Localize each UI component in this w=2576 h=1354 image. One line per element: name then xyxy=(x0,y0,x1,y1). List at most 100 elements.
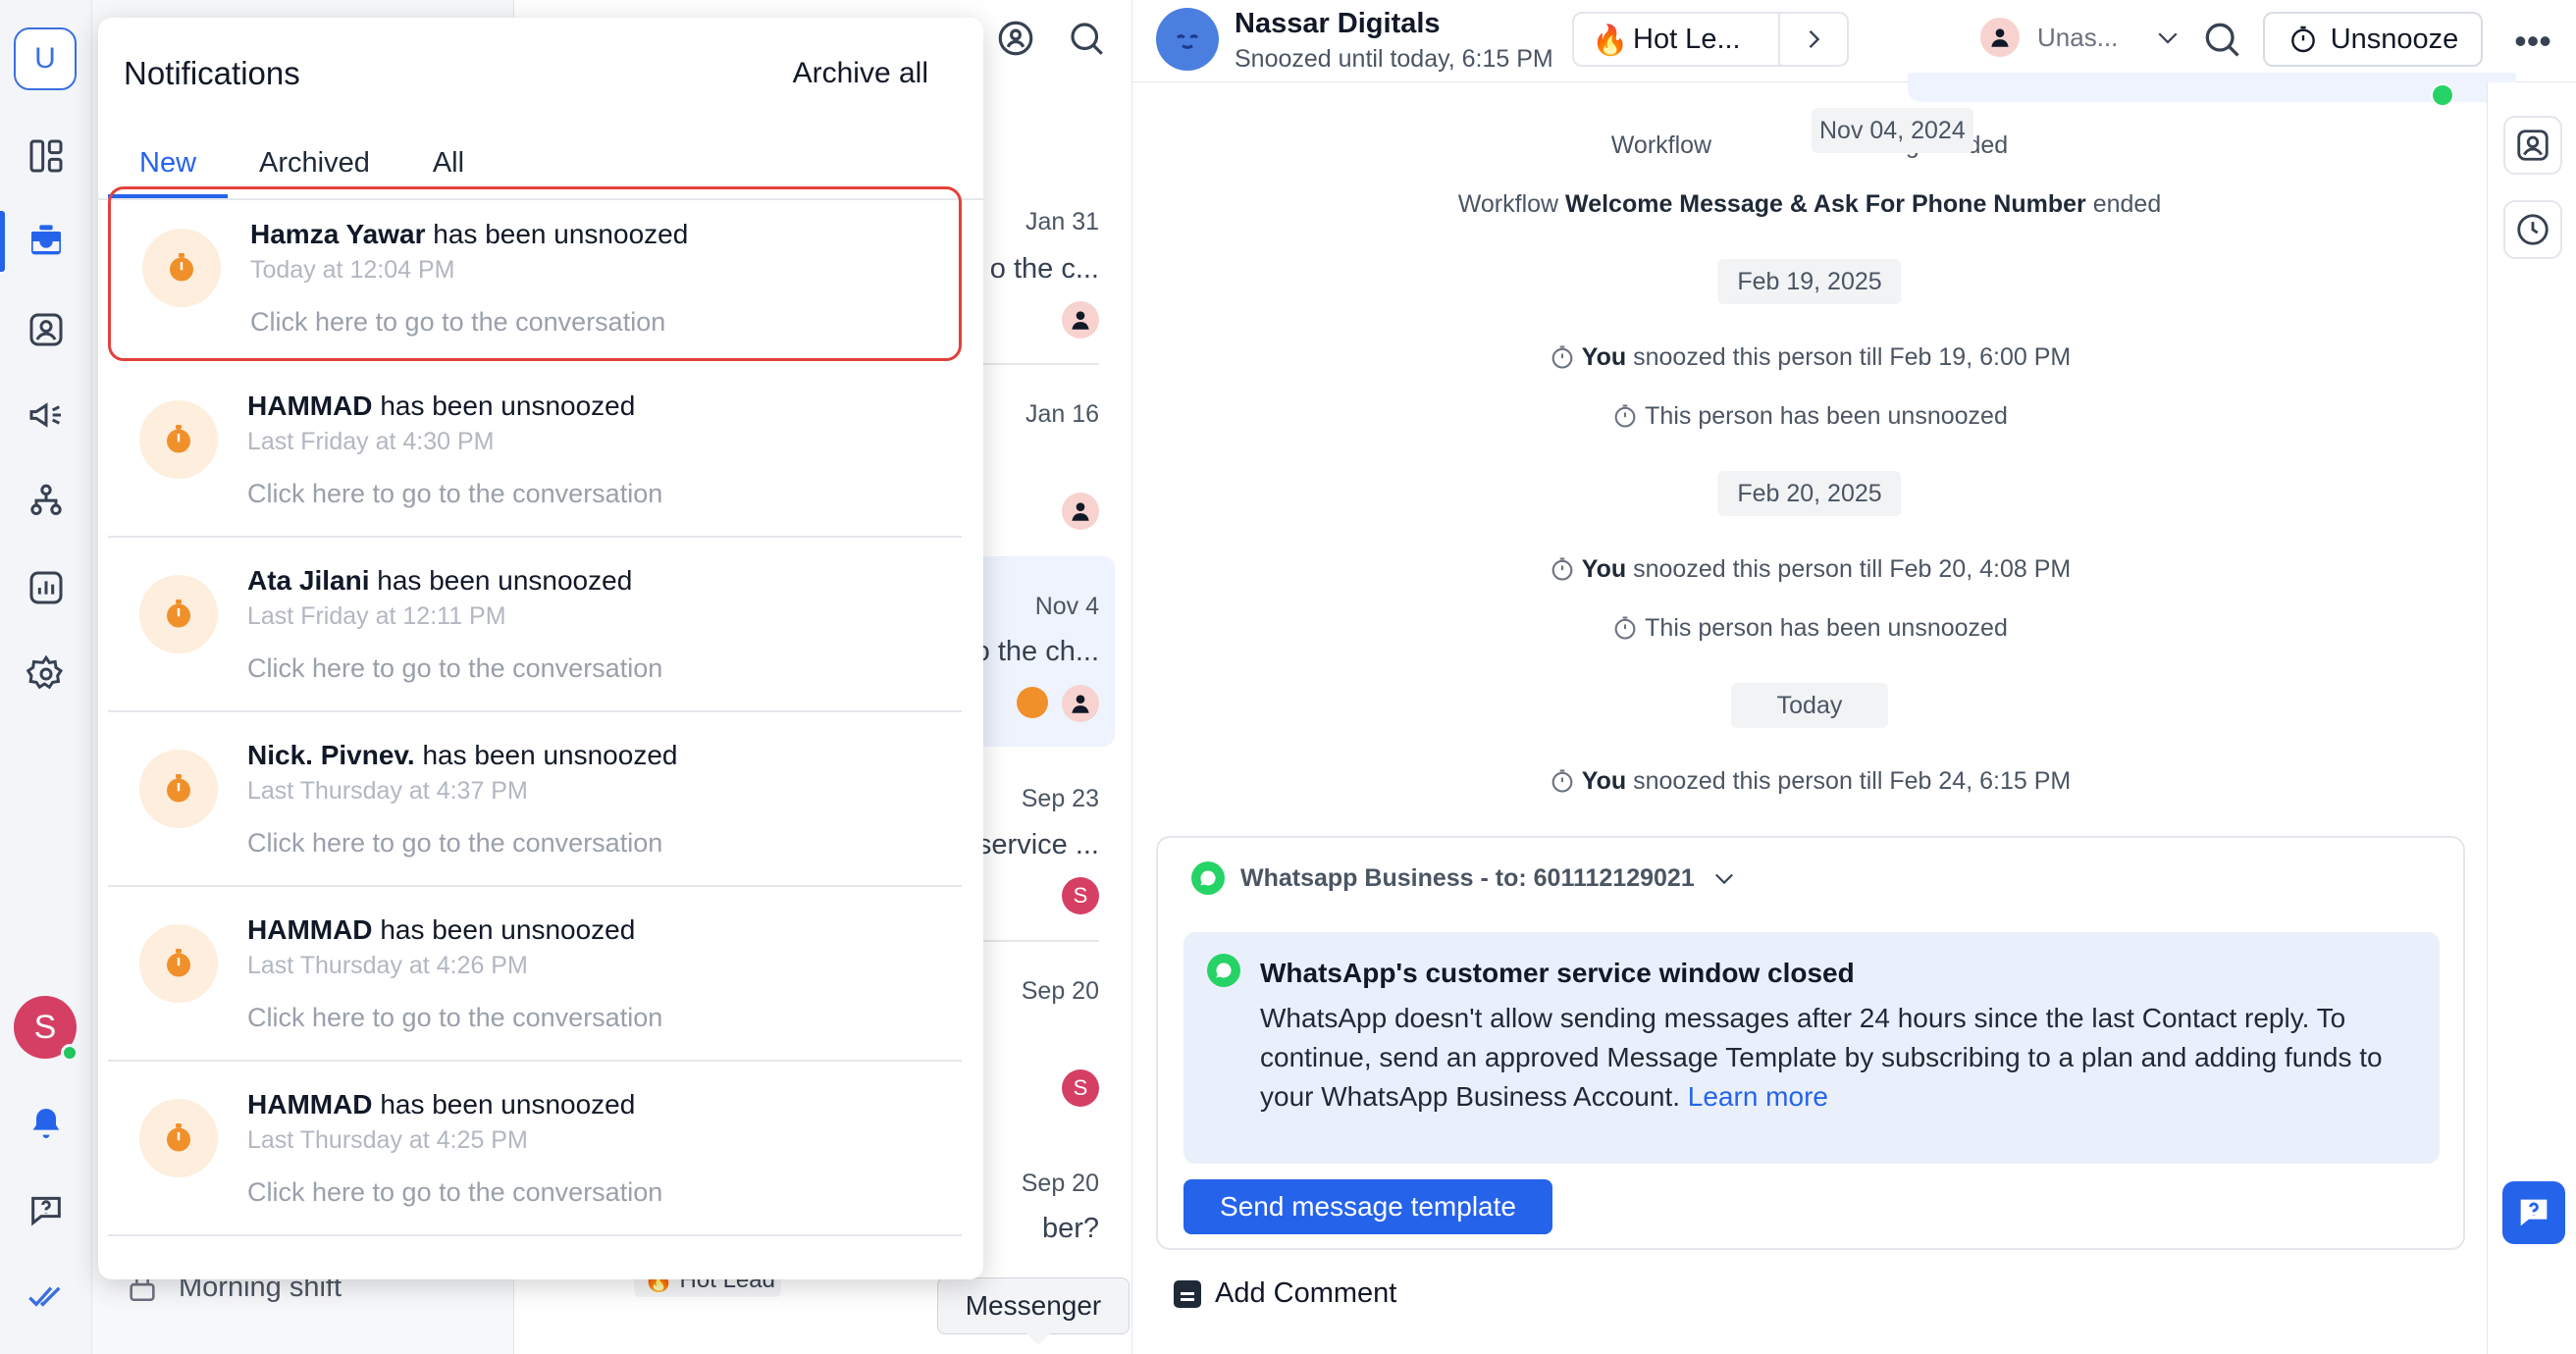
contact-avatar[interactable] xyxy=(1156,8,1219,71)
stopwatch-icon xyxy=(139,400,218,479)
stopwatch-icon xyxy=(142,229,221,307)
help-icon[interactable] xyxy=(24,1187,69,1232)
message-bubble-partial xyxy=(1908,73,2516,102)
history-button[interactable] xyxy=(2503,200,2562,259)
lifecycle-tag[interactable]: 🔥 Hot Le... xyxy=(1572,12,1849,67)
notification-item[interactable]: HAMMAD has been unsnoozed Last Thursday … xyxy=(108,885,962,1062)
divider xyxy=(981,940,1099,942)
notification-item[interactable]: Nick. Pivnev. has been unsnoozed Last Th… xyxy=(108,710,962,887)
stopwatch-icon xyxy=(139,924,218,1003)
notification-contact-name: Hamza Yawar xyxy=(250,219,426,249)
chevron-right-icon xyxy=(1809,30,1820,48)
date-chip: Feb 19, 2025 xyxy=(1717,259,1902,304)
timeline-event: You snoozed this person till Feb 24, 6:1… xyxy=(1132,767,2487,796)
conversation-timeline: Workflow age ended Nov 04, 2024 Workflow… xyxy=(1132,73,2516,828)
search-icon[interactable] xyxy=(1066,18,1107,59)
snooze-icon xyxy=(1551,345,1573,369)
notification-time: Last Friday at 12:11 PM xyxy=(247,602,506,630)
conv-date: Sep 20 xyxy=(1021,977,1099,1005)
timeline-event: This person has been unsnoozed xyxy=(1132,614,2487,643)
next-stage-button[interactable] xyxy=(1778,14,1847,65)
notification-action: has been unsnoozed xyxy=(380,914,636,945)
notification-time: Last Friday at 4:30 PM xyxy=(247,428,495,455)
assignee-avatar xyxy=(1062,685,1099,722)
question-chat-icon xyxy=(2520,1199,2548,1226)
notification-item[interactable]: Ata Jilani has been unsnoozed Last Frida… xyxy=(108,536,962,712)
unsnooze-icon xyxy=(1614,616,1636,640)
notification-action: has been unsnoozed xyxy=(422,740,678,770)
unsnooze-icon xyxy=(1614,404,1636,428)
messenger-tooltip: Messenger xyxy=(937,1277,1130,1345)
assignee-label: Unas... xyxy=(2037,22,2119,52)
fire-icon: 🔥 xyxy=(1592,25,1629,57)
notification-action: has been unsnoozed xyxy=(380,391,636,421)
assignee-dropdown[interactable]: Unas... xyxy=(1980,18,2182,57)
notification-hint: Click here to go to the conversation xyxy=(247,828,663,858)
broadcast-icon[interactable] xyxy=(24,392,69,438)
chevron-down-icon xyxy=(2158,32,2178,44)
notification-time: Last Thursday at 4:37 PM xyxy=(247,777,528,805)
notification-contact-name: HAMMAD xyxy=(247,391,373,421)
contacts-icon[interactable] xyxy=(24,307,69,352)
assignee-avatar xyxy=(1062,493,1099,530)
whatsapp-icon xyxy=(1191,861,1225,895)
send-message-template-button[interactable]: Send message template xyxy=(1183,1179,1552,1234)
workflows-icon[interactable] xyxy=(24,479,69,524)
timeline-event: You snoozed this person till Feb 19, 6:0… xyxy=(1132,343,2487,372)
contact-name: Nassar Digitals xyxy=(1235,8,1441,39)
notification-contact-name: Ata Jilani xyxy=(247,565,370,596)
settings-icon[interactable] xyxy=(24,651,69,697)
snooze-badge-icon xyxy=(1017,687,1048,718)
dashboard-icon[interactable] xyxy=(24,133,69,179)
team-icon[interactable] xyxy=(995,18,1036,59)
conv-snippet: ber? xyxy=(1041,1213,1099,1244)
notification-item[interactable]: HAMMAD has been unsnoozed Last Thursday … xyxy=(108,1060,962,1236)
clock-icon xyxy=(2517,214,2549,245)
divider xyxy=(981,363,1099,365)
more-options-button[interactable]: ••• xyxy=(2508,21,2557,61)
stopwatch-icon xyxy=(139,750,218,828)
contact-details-button[interactable] xyxy=(2503,116,2562,175)
notification-item[interactable]: Hamza Yawar has been unsnoozed Today at … xyxy=(108,186,962,361)
conv-date: Jan 16 xyxy=(1025,400,1099,428)
conv-snippet: service ... xyxy=(976,829,1099,860)
search-icon[interactable] xyxy=(2200,18,2243,61)
reports-icon[interactable] xyxy=(24,565,69,610)
notification-contact-name: HAMMAD xyxy=(247,1089,373,1120)
timeline-event: Workflow Welcome Message & Ask For Phone… xyxy=(1457,190,2162,218)
stopwatch-icon xyxy=(2290,26,2315,53)
stopwatch-icon xyxy=(139,575,218,653)
whatsapp-badge-icon xyxy=(2431,83,2454,107)
add-comment-button[interactable]: Add Comment xyxy=(1174,1277,1396,1310)
workspace-logo[interactable]: U xyxy=(14,27,77,90)
notification-time: Today at 12:04 PM xyxy=(250,256,455,284)
bell-icon[interactable] xyxy=(24,1101,69,1146)
notification-action: has been unsnoozed xyxy=(377,565,633,596)
notification-time: Last Thursday at 4:26 PM xyxy=(247,952,528,979)
archive-all-button[interactable]: Archive all xyxy=(793,57,928,90)
conv-date: Nov 4 xyxy=(1034,593,1099,620)
learn-more-link[interactable]: Learn more xyxy=(1688,1081,1828,1112)
inbox-icon[interactable] xyxy=(24,219,69,264)
notification-item[interactable]: HAMMAD has been unsnoozed Last Friday at… xyxy=(108,361,962,538)
left-rail: U S xyxy=(0,0,92,1354)
date-chip: Feb 20, 2025 xyxy=(1717,471,1902,516)
comment-icon xyxy=(1174,1279,1201,1308)
timeline-event: You snoozed this person till Feb 20, 4:0… xyxy=(1132,555,2487,584)
notifications-panel: Notifications Archive all New Archived A… xyxy=(98,18,983,1279)
notification-hint: Click here to go to the conversation xyxy=(247,1003,663,1032)
double-check-icon xyxy=(24,1274,69,1319)
unsnooze-button[interactable]: Unsnooze xyxy=(2263,12,2483,67)
online-status-dot xyxy=(61,1044,79,1062)
conv-date: Sep 23 xyxy=(1021,785,1099,812)
channel-selector[interactable]: Whatsapp Business - to: 601112129021 xyxy=(1191,861,1738,895)
help-chat-button[interactable] xyxy=(2502,1181,2565,1244)
notice-title: WhatsApp's customer service window close… xyxy=(1260,958,1855,988)
chevron-down-icon xyxy=(1714,873,1733,885)
snooze-status: Snoozed until today, 6:15 PM xyxy=(1235,45,1553,73)
notification-hint: Click here to go to the conversation xyxy=(247,479,663,508)
snooze-icon xyxy=(1551,769,1573,793)
contact-card-icon xyxy=(2517,130,2549,161)
notification-contact-name: HAMMAD xyxy=(247,914,373,945)
conv-snippet: o the c... xyxy=(989,253,1099,285)
